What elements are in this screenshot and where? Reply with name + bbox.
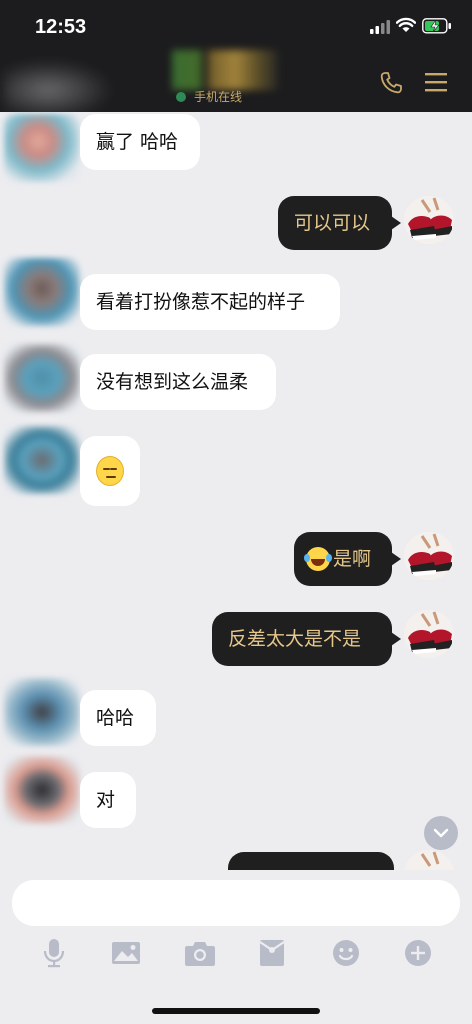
- contact-avatar[interactable]: [4, 344, 80, 412]
- message-bubble-outgoing[interactable]: 反差太大是不是: [212, 612, 401, 666]
- emoji-icon: [333, 940, 359, 966]
- message-text: 看着打扮像惹不起的样子: [96, 291, 306, 313]
- sneakers-avatar-image: [404, 610, 454, 658]
- camera-icon: [185, 942, 215, 966]
- emoji-button[interactable]: [326, 934, 366, 972]
- battery-charging-icon: [422, 18, 451, 34]
- contact-avatar[interactable]: [4, 114, 80, 182]
- red-packet-icon: [259, 940, 285, 966]
- message-bubble-incoming[interactable]: [80, 436, 140, 506]
- contact-avatar[interactable]: [4, 678, 80, 746]
- image-icon: [112, 942, 140, 964]
- message-bubble-outgoing[interactable]: 可以可以: [278, 196, 401, 250]
- chat-header: 12:53 手机在线: [0, 0, 472, 120]
- scroll-to-bottom-button[interactable]: [424, 816, 458, 850]
- message-bubble-incoming[interactable]: 哈哈: [80, 690, 156, 746]
- message-bubble-outgoing-partial[interactable]: [228, 852, 394, 870]
- red-packet-button[interactable]: [252, 934, 292, 972]
- sneakers-avatar-image: [404, 532, 454, 580]
- contact-name-blurred[interactable]: [172, 50, 278, 90]
- message-text: 赢了 哈哈: [96, 131, 179, 153]
- image-button[interactable]: [106, 934, 146, 972]
- unamused-face-emoji: [96, 456, 124, 486]
- wifi-icon: [396, 17, 416, 32]
- online-status-text: 手机在线: [194, 90, 243, 104]
- my-avatar[interactable]: [404, 196, 454, 244]
- message-input[interactable]: [12, 880, 460, 926]
- contact-avatar[interactable]: [4, 258, 80, 326]
- microphone-icon: [43, 939, 65, 968]
- contact-avatar[interactable]: [4, 756, 80, 824]
- message-text: 可以可以: [294, 212, 371, 234]
- my-avatar[interactable]: [404, 532, 454, 580]
- voice-button[interactable]: [34, 934, 74, 972]
- message-text: 是啊: [333, 548, 372, 570]
- message-text: 对: [96, 789, 116, 811]
- message-bubble-incoming[interactable]: 看着打扮像惹不起的样子: [80, 274, 340, 330]
- message-text: 没有想到这么温柔: [96, 371, 249, 393]
- my-avatar[interactable]: [404, 850, 454, 870]
- status-time: 12:53: [35, 16, 87, 38]
- message-bubble-incoming[interactable]: 没有想到这么温柔: [80, 354, 276, 410]
- message-bubble-incoming[interactable]: 对: [80, 772, 136, 828]
- menu-icon[interactable]: [425, 72, 447, 92]
- blurred-area: [4, 60, 114, 120]
- message-text: 哈哈: [96, 707, 135, 729]
- tears-of-joy-emoji: [304, 547, 332, 571]
- home-indicator: [152, 1008, 320, 1014]
- plus-icon: [405, 940, 431, 966]
- input-toolbar: [0, 934, 472, 974]
- my-avatar[interactable]: [404, 610, 454, 658]
- message-bubble-incoming[interactable]: 赢了 哈哈: [80, 114, 200, 170]
- phone-call-icon[interactable]: [378, 70, 404, 96]
- cellular-signal-icon: [370, 20, 390, 34]
- sneakers-avatar-image: [404, 196, 454, 244]
- sneakers-avatar-image: [404, 850, 454, 870]
- camera-button[interactable]: [180, 934, 220, 972]
- message-text: 反差太大是不是: [228, 628, 362, 650]
- message-list[interactable]: 赢了 哈哈 可以可以 看着打扮像惹不起的样子 没有想到这么温柔 是啊 反差太大是…: [0, 112, 472, 870]
- chevron-down-icon: [433, 828, 449, 838]
- contact-avatar[interactable]: [4, 426, 80, 494]
- message-bubble-outgoing[interactable]: 是啊: [294, 532, 401, 586]
- plus-button[interactable]: [398, 934, 438, 972]
- online-status-dot: [176, 92, 186, 102]
